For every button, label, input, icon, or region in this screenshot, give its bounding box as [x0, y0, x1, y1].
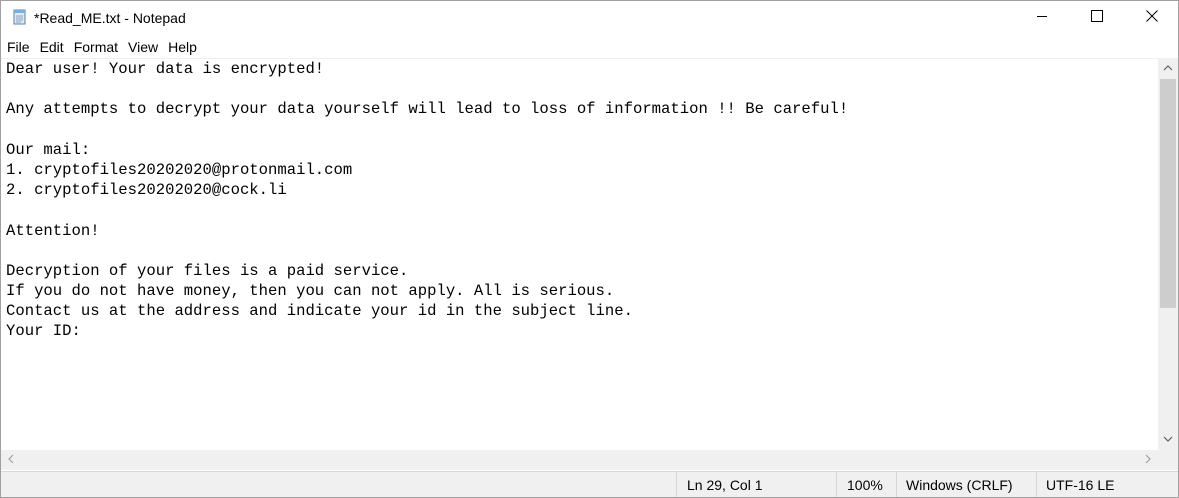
- status-divider: [676, 472, 677, 497]
- vertical-scrollbar[interactable]: [1158, 59, 1178, 450]
- scrollbar-corner: [1158, 450, 1178, 470]
- text-line: Decryption of your files is a paid servi…: [6, 261, 409, 280]
- text-line: Your ID:: [6, 322, 81, 341]
- status-divider: [1036, 472, 1037, 497]
- chevron-down-icon: [1163, 431, 1173, 449]
- status-divider: [836, 472, 837, 497]
- text-line: 2. cryptofiles20202020@cock.li: [6, 181, 287, 200]
- status-bar: Ln 29, Col 1 100% Windows (CRLF) UTF-16 …: [1, 471, 1178, 497]
- text-line: If you do not have money, then you can n…: [6, 282, 615, 301]
- text-line: Our mail:: [6, 140, 91, 159]
- menu-format[interactable]: Format: [69, 36, 123, 58]
- cursor-position: Ln 29, Col 1: [687, 477, 763, 493]
- scroll-up-button[interactable]: [1158, 59, 1178, 79]
- status-divider: [896, 472, 897, 497]
- line-ending: Windows (CRLF): [906, 477, 1013, 493]
- text-editor[interactable]: Dear user! Your data is encrypted! Any a…: [1, 59, 1158, 450]
- text-line: [6, 79, 848, 99]
- vertical-scroll-thumb[interactable]: [1160, 79, 1176, 308]
- window-title: *Read_ME.txt - Notepad: [34, 10, 186, 26]
- close-button[interactable]: [1124, 1, 1178, 35]
- text-line: [6, 241, 848, 261]
- chevron-right-icon: [1143, 451, 1153, 469]
- text-line: [6, 120, 848, 140]
- notepad-icon[interactable]: [12, 9, 28, 25]
- maximize-icon: [1090, 9, 1103, 27]
- menu-edit[interactable]: Edit: [35, 36, 69, 58]
- scroll-left-button[interactable]: [1, 450, 21, 470]
- minimize-button[interactable]: [1014, 1, 1069, 35]
- maximize-button[interactable]: [1069, 1, 1124, 35]
- scroll-down-button[interactable]: [1158, 430, 1178, 450]
- title-bar[interactable]: *Read_ME.txt - Notepad: [1, 1, 1178, 35]
- close-icon: [1145, 9, 1158, 27]
- horizontal-scrollbar[interactable]: [1, 450, 1158, 470]
- text-line: Attention!: [6, 221, 100, 240]
- zoom-level: 100%: [847, 477, 883, 493]
- document-text: Dear user! Your data is encrypted! Any a…: [6, 59, 848, 342]
- scroll-right-button[interactable]: [1138, 450, 1158, 470]
- menu-file[interactable]: File: [2, 36, 35, 58]
- text-line: 1. cryptofiles20202020@protonmail.com: [6, 160, 353, 179]
- encoding: UTF-16 LE: [1046, 477, 1115, 493]
- notepad-window: *Read_ME.txt - Notepad File Edit Format …: [0, 0, 1179, 498]
- text-line: [6, 200, 848, 220]
- text-line: Any attempts to decrypt your data yourse…: [6, 100, 849, 119]
- minimize-icon: [1036, 9, 1048, 27]
- text-line: Contact us at the address and indicate y…: [6, 302, 633, 321]
- chevron-left-icon: [6, 451, 16, 469]
- menu-view[interactable]: View: [123, 36, 163, 58]
- menu-bar: File Edit Format View Help: [1, 36, 202, 58]
- chevron-up-icon: [1163, 60, 1173, 78]
- menu-help[interactable]: Help: [163, 36, 202, 58]
- text-line: Dear user! Your data is encrypted!: [6, 60, 325, 78]
